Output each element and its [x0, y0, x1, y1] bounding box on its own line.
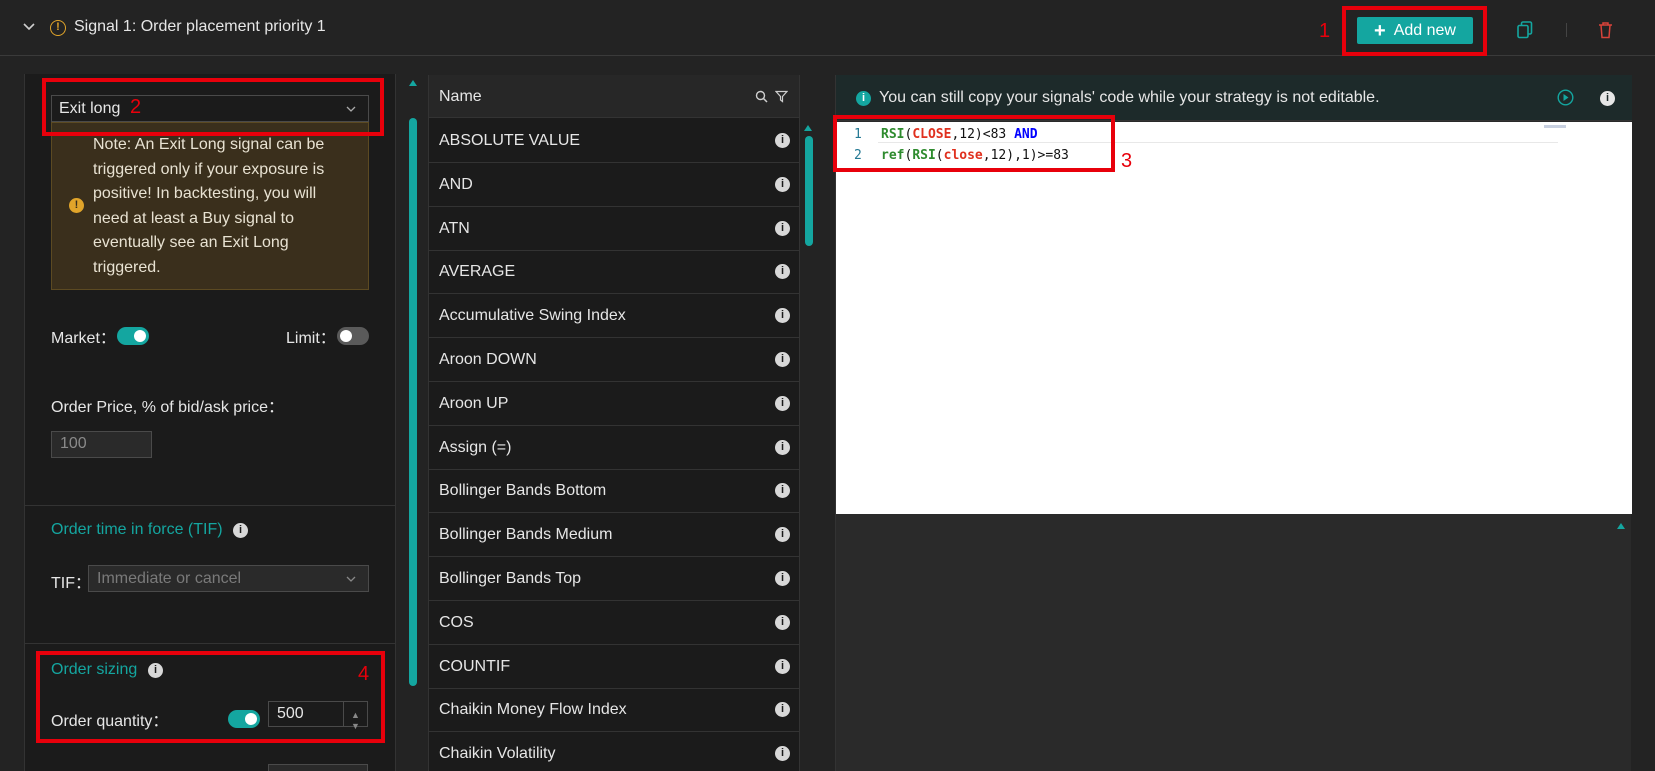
function-list: Name ABSOLUTE VALUE i AND i ATN i AVERAGE i Accu… [428, 75, 800, 771]
scroll-up-arrow[interactable] [804, 125, 812, 131]
function-name: Chaikin Volatility [439, 745, 556, 763]
info-icon[interactable]: i [775, 658, 790, 674]
function-name: Aroon UP [439, 394, 509, 412]
filter-icon[interactable] [775, 90, 788, 103]
function-list-item[interactable]: Accumulative Swing Index i [429, 294, 799, 339]
toggle-knob [134, 330, 146, 342]
copy-icon[interactable] [1517, 21, 1533, 39]
info-icon[interactable]: i [775, 527, 790, 543]
function-list-item[interactable]: COUNTIF i [429, 645, 799, 689]
function-list-item[interactable]: Bollinger Bands Top i [429, 557, 799, 601]
function-name: ABSOLUTE VALUE [439, 132, 581, 149]
order-price-label: Order Price, % of bid/ask price： [51, 399, 284, 416]
function-list-item[interactable]: AVERAGE i [429, 250, 799, 295]
info-icon[interactable]: i [775, 133, 790, 148]
info-icon[interactable]: i [775, 352, 790, 367]
annotation-label-1: 1 [1319, 20, 1331, 42]
scroll-up-arrow[interactable] [1617, 523, 1625, 529]
editor-banner-text: You can still copy your signals' code wh… [879, 89, 1380, 106]
function-name: Bollinger Bands Top [439, 570, 582, 587]
function-list-item[interactable]: Aroon UP i [429, 382, 799, 426]
function-name: AND [439, 175, 473, 193]
function-list-item[interactable]: Bollinger Bands Medium i [429, 513, 799, 558]
function-name: Bollinger Bands Bottom [439, 482, 607, 500]
function-list-header: Name [429, 75, 799, 118]
tif-section-title: Order time in force (TIF) [51, 521, 223, 538]
info-icon[interactable]: i [1600, 91, 1615, 106]
function-name: ATN [439, 219, 470, 237]
chevron-down-icon[interactable] [22, 20, 36, 34]
play-icon[interactable] [1557, 89, 1574, 106]
info-icon[interactable]: i [775, 702, 790, 718]
function-name: Bollinger Bands Medium [439, 526, 613, 544]
divider [24, 505, 396, 506]
annotation-label-4: 4 [358, 663, 370, 685]
function-name: Aroon DOWN [439, 351, 537, 368]
function-list-item[interactable]: ATN i [429, 207, 799, 251]
function-list-scrollbar-thumb[interactable] [805, 136, 813, 246]
limit-label: Limit： [286, 330, 336, 347]
tif-value: Immediate or cancel [97, 570, 242, 587]
function-list-item[interactable]: Assign (=) i [429, 426, 799, 470]
page: ! Signal 1: Order placement priority 1 +… [0, 0, 1655, 771]
note-text: Note: An Exit Long signal can be trigger… [93, 136, 325, 276]
limit-toggle[interactable] [337, 327, 369, 345]
tif-select[interactable]: Immediate or cancel [88, 565, 369, 592]
function-list-item[interactable]: AND i [429, 163, 799, 207]
info-icon[interactable]: i [775, 220, 790, 236]
market-toggle[interactable] [117, 327, 149, 345]
warning-icon: ! [69, 198, 84, 213]
annotation-box-4 [36, 651, 385, 743]
function-list-item[interactable]: Bollinger Bands Bottom i [429, 469, 799, 514]
toggle-knob [340, 330, 352, 342]
info-icon[interactable]: i [775, 395, 790, 411]
function-list-item[interactable]: Chaikin Volatility i [429, 732, 799, 771]
function-list-item[interactable]: Aroon DOWN i [429, 338, 799, 382]
exit-long-note: ! Note: An Exit Long signal can be trigg… [51, 122, 369, 290]
annotation-box-2 [42, 78, 384, 136]
info-icon: i [856, 91, 871, 106]
function-list-item[interactable]: Chaikin Money Flow Index i [429, 688, 799, 733]
header-divider [1566, 23, 1567, 37]
function-name: COUNTIF [439, 657, 511, 675]
tif-label: TIF： [51, 575, 91, 592]
trash-icon[interactable] [1598, 21, 1613, 39]
info-icon[interactable]: i [775, 176, 790, 192]
function-list-item[interactable]: COS i [429, 601, 799, 645]
info-icon[interactable]: i [775, 483, 790, 499]
function-name: Accumulative Swing Index [439, 307, 626, 325]
info-icon[interactable]: i [233, 523, 248, 538]
warning-icon: ! [50, 20, 66, 36]
search-icon[interactable] [755, 90, 768, 103]
chevron-down-icon [346, 576, 356, 582]
signal-title: Signal 1: Order placement priority 1 [74, 18, 326, 35]
annotation-box-1 [1342, 6, 1487, 56]
info-icon[interactable]: i [775, 571, 790, 586]
info-icon[interactable]: i [775, 264, 790, 280]
annotation-label-3: 3 [1121, 150, 1133, 172]
next-field-input[interactable] [268, 764, 368, 771]
function-list-item[interactable]: ABSOLUTE VALUE i [429, 119, 799, 163]
info-icon[interactable]: i [775, 439, 790, 455]
code-editor-panel: i You can still copy your signals' code … [835, 75, 1632, 771]
code-editor[interactable]: 1 RSI(CLOSE,12)<83 AND 2 ref(RSI(close,12),… [836, 122, 1632, 514]
info-icon[interactable]: i [775, 614, 790, 630]
info-icon[interactable]: i [775, 746, 790, 762]
market-label: Market： [51, 330, 116, 347]
scroll-up-arrow[interactable] [409, 80, 417, 86]
name-column-header: Name [439, 88, 482, 105]
function-name: Assign (=) [439, 438, 512, 456]
minimap[interactable] [1544, 125, 1566, 128]
config-scrollbar-thumb[interactable] [409, 118, 417, 686]
function-name: AVERAGE [439, 263, 516, 281]
function-name: Chaikin Money Flow Index [439, 701, 627, 719]
annotation-label-2: 2 [130, 96, 142, 118]
annotation-box-3 [833, 115, 1115, 172]
function-name: COS [439, 613, 474, 631]
order-price-input[interactable]: 100 [51, 431, 152, 458]
info-icon[interactable]: i [775, 308, 790, 324]
divider [24, 643, 396, 644]
